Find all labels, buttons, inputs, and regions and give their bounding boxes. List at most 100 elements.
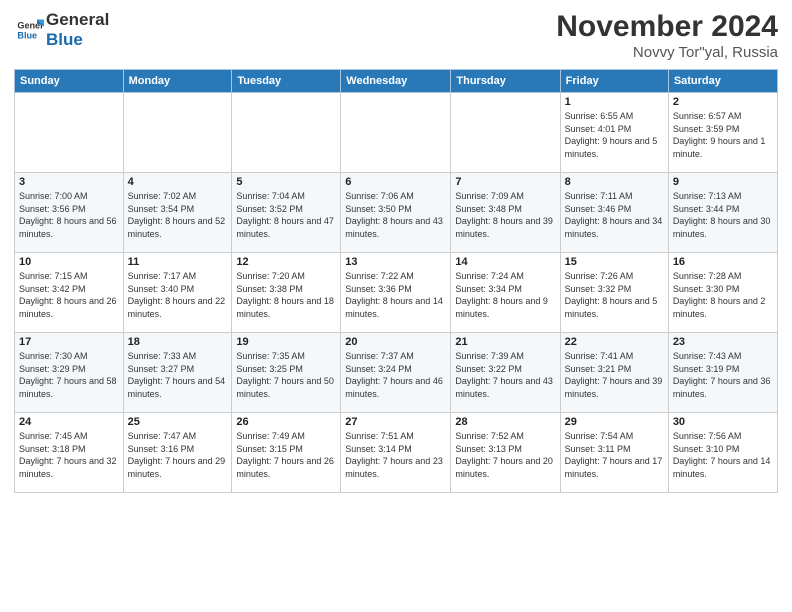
day-cell: 12Sunrise: 7:20 AMSunset: 3:38 PMDayligh… [232, 253, 341, 333]
day-info: Sunrise: 7:33 AMSunset: 3:27 PMDaylight:… [128, 350, 228, 400]
day-cell: 9Sunrise: 7:13 AMSunset: 3:44 PMDaylight… [668, 173, 777, 253]
week-row-2: 10Sunrise: 7:15 AMSunset: 3:42 PMDayligh… [15, 253, 778, 333]
day-number: 17 [19, 336, 119, 348]
day-info: Sunrise: 7:54 AMSunset: 3:11 PMDaylight:… [565, 430, 664, 480]
week-row-1: 3 Sunrise: 7:00 AMSunset: 3:56 PMDaylight… [15, 173, 778, 253]
day-number: 26 [236, 416, 336, 428]
day-cell: 17 Sunrise: 7:30 AMSunset: 3:29 PMDayligh… [15, 333, 124, 413]
day-cell: 25 Sunrise: 7:47 AMSunset: 3:16 PMDayligh… [123, 413, 232, 493]
header-sunday: Sunday [15, 70, 124, 93]
header-wednesday: Wednesday [341, 70, 451, 93]
day-info: Sunrise: 7:41 AMSunset: 3:21 PMDaylight:… [565, 350, 664, 400]
day-cell: 27 Sunrise: 7:51 AMSunset: 3:14 PMDayligh… [341, 413, 451, 493]
day-info: Sunrise: 7:47 AMSunset: 3:16 PMDaylight:… [128, 430, 228, 480]
week-row-3: 17 Sunrise: 7:30 AMSunset: 3:29 PMDayligh… [15, 333, 778, 413]
day-number: 24 [19, 416, 119, 428]
header-tuesday: Tuesday [232, 70, 341, 93]
day-cell: 16 Sunrise: 7:28 AMSunset: 3:30 PMDayligh… [668, 253, 777, 333]
day-cell [341, 93, 451, 173]
day-cell: 14 Sunrise: 7:24 AMSunset: 3:34 PMDayligh… [451, 253, 560, 333]
day-number: 18 [128, 336, 228, 348]
day-number: 7 [455, 176, 555, 188]
day-info: Sunrise: 7:52 AMSunset: 3:13 PMDaylight:… [455, 430, 555, 480]
day-cell: 26 Sunrise: 7:49 AMSunset: 3:15 PMDayligh… [232, 413, 341, 493]
day-cell: 29 Sunrise: 7:54 AMSunset: 3:11 PMDayligh… [560, 413, 668, 493]
day-number: 25 [128, 416, 228, 428]
day-info: Sunrise: 7:22 AMSunset: 3:36 PMDaylight:… [345, 270, 446, 320]
day-info: Sunrise: 7:30 AMSunset: 3:29 PMDaylight:… [19, 350, 119, 400]
location: Novvy Tor"yal, Russia [556, 44, 778, 61]
day-info: Sunrise: 7:20 AMSunset: 3:38 PMDaylight:… [236, 270, 336, 320]
day-info: Sunrise: 7:56 AMSunset: 3:10 PMDaylight:… [673, 430, 773, 480]
page-header: General Blue General Blue November 2024 … [14, 10, 778, 61]
day-info: Sunrise: 7:15 AMSunset: 3:42 PMDaylight:… [19, 270, 119, 320]
day-cell [15, 93, 124, 173]
day-info: Sunrise: 7:24 AMSunset: 3:34 PMDaylight:… [455, 270, 555, 320]
day-info: Sunrise: 7:43 AMSunset: 3:19 PMDaylight:… [673, 350, 773, 400]
header-friday: Friday [560, 70, 668, 93]
day-number: 23 [673, 336, 773, 348]
logo-icon: General Blue [16, 16, 44, 44]
day-number: 29 [565, 416, 664, 428]
day-number: 27 [345, 416, 446, 428]
day-info: Sunrise: 7:28 AMSunset: 3:30 PMDaylight:… [673, 270, 773, 320]
day-cell: 28 Sunrise: 7:52 AMSunset: 3:13 PMDayligh… [451, 413, 560, 493]
header-monday: Monday [123, 70, 232, 93]
day-info: Sunrise: 7:49 AMSunset: 3:15 PMDaylight:… [236, 430, 336, 480]
day-info: Sunrise: 7:00 AMSunset: 3:56 PMDaylight:… [19, 190, 119, 240]
day-cell: 1 Sunrise: 6:55 AMSunset: 4:01 PMDaylight… [560, 93, 668, 173]
day-cell: 30 Sunrise: 7:56 AMSunset: 3:10 PMDayligh… [668, 413, 777, 493]
day-cell: 6 Sunrise: 7:06 AMSunset: 3:50 PMDaylight… [341, 173, 451, 253]
day-number: 3 [19, 176, 119, 188]
day-cell [232, 93, 341, 173]
day-cell: 8Sunrise: 7:11 AMSunset: 3:46 PMDaylight… [560, 173, 668, 253]
day-number: 21 [455, 336, 555, 348]
calendar-header-row: SundayMondayTuesdayWednesdayThursdayFrid… [15, 70, 778, 93]
header-saturday: Saturday [668, 70, 777, 93]
day-info: Sunrise: 7:04 AMSunset: 3:52 PMDaylight:… [236, 190, 336, 240]
day-number: 16 [673, 256, 773, 268]
day-cell: 5 Sunrise: 7:04 AMSunset: 3:52 PMDaylight… [232, 173, 341, 253]
svg-text:Blue: Blue [17, 30, 37, 40]
month-title: November 2024 [556, 10, 778, 44]
day-info: Sunrise: 7:02 AMSunset: 3:54 PMDaylight:… [128, 190, 228, 240]
day-number: 22 [565, 336, 664, 348]
day-cell [123, 93, 232, 173]
title-block: November 2024 Novvy Tor"yal, Russia [556, 10, 778, 61]
day-info: Sunrise: 7:17 AMSunset: 3:40 PMDaylight:… [128, 270, 228, 320]
day-number: 28 [455, 416, 555, 428]
day-number: 30 [673, 416, 773, 428]
day-cell: 24 Sunrise: 7:45 AMSunset: 3:18 PMDayligh… [15, 413, 124, 493]
day-info: Sunrise: 7:13 AMSunset: 3:44 PMDaylight:… [673, 190, 773, 240]
day-number: 20 [345, 336, 446, 348]
day-cell: 18 Sunrise: 7:33 AMSunset: 3:27 PMDayligh… [123, 333, 232, 413]
day-number: 8 [565, 176, 664, 188]
day-number: 11 [128, 256, 228, 268]
day-number: 19 [236, 336, 336, 348]
day-cell: 4Sunrise: 7:02 AMSunset: 3:54 PMDaylight… [123, 173, 232, 253]
day-cell: 21Sunrise: 7:39 AMSunset: 3:22 PMDayligh… [451, 333, 560, 413]
calendar: SundayMondayTuesdayWednesdayThursdayFrid… [14, 69, 778, 493]
day-cell: 13 Sunrise: 7:22 AMSunset: 3:36 PMDayligh… [341, 253, 451, 333]
day-number: 15 [565, 256, 664, 268]
day-cell: 3 Sunrise: 7:00 AMSunset: 3:56 PMDaylight… [15, 173, 124, 253]
day-info: Sunrise: 6:57 AMSunset: 3:59 PMDaylight:… [673, 110, 773, 160]
day-cell: 19Sunrise: 7:35 AMSunset: 3:25 PMDayligh… [232, 333, 341, 413]
day-cell: 11 Sunrise: 7:17 AMSunset: 3:40 PMDayligh… [123, 253, 232, 333]
day-number: 6 [345, 176, 446, 188]
day-cell: 2Sunrise: 6:57 AMSunset: 3:59 PMDaylight… [668, 93, 777, 173]
day-info: Sunrise: 7:45 AMSunset: 3:18 PMDaylight:… [19, 430, 119, 480]
day-number: 14 [455, 256, 555, 268]
day-number: 13 [345, 256, 446, 268]
logo-line2: Blue [46, 30, 109, 50]
day-number: 5 [236, 176, 336, 188]
day-info: Sunrise: 7:26 AMSunset: 3:32 PMDaylight:… [565, 270, 664, 320]
day-cell: 20Sunrise: 7:37 AMSunset: 3:24 PMDayligh… [341, 333, 451, 413]
day-info: Sunrise: 6:55 AMSunset: 4:01 PMDaylight:… [565, 110, 664, 160]
day-cell [451, 93, 560, 173]
day-info: Sunrise: 7:51 AMSunset: 3:14 PMDaylight:… [345, 430, 446, 480]
week-row-0: 1 Sunrise: 6:55 AMSunset: 4:01 PMDaylight… [15, 93, 778, 173]
header-thursday: Thursday [451, 70, 560, 93]
day-info: Sunrise: 7:06 AMSunset: 3:50 PMDaylight:… [345, 190, 446, 240]
day-number: 1 [565, 96, 664, 108]
